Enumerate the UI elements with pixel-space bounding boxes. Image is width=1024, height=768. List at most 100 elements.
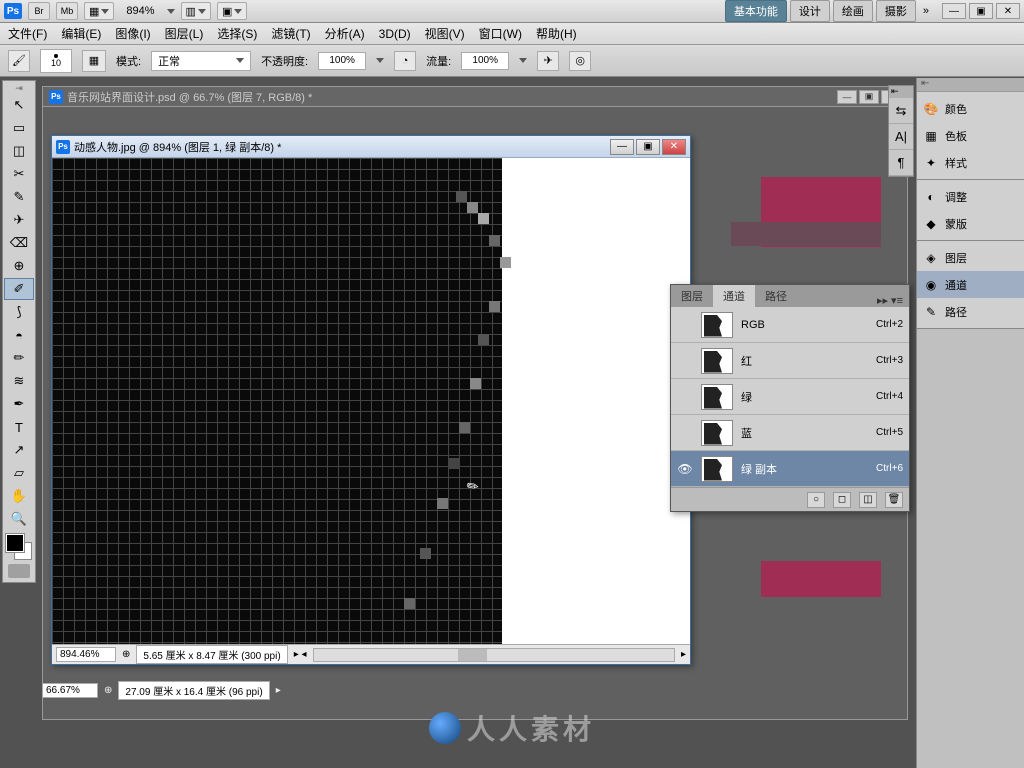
- screen-mode-dropdown[interactable]: ▣: [217, 2, 247, 20]
- view-extras-dropdown[interactable]: ▦: [84, 2, 114, 20]
- panel-shortcut-颜色[interactable]: 🎨颜色: [917, 95, 1024, 122]
- opacity-pressure-toggle[interactable]: ◔: [394, 51, 416, 71]
- menu-filter[interactable]: 滤镜(T): [271, 25, 310, 42]
- tool-6[interactable]: ⌫: [4, 232, 34, 254]
- tool-8[interactable]: ✐: [4, 278, 34, 300]
- minimize-button[interactable]: —: [942, 3, 966, 19]
- dock-expand[interactable]: ⇤: [917, 78, 1024, 92]
- save-selection-button[interactable]: ◻: [833, 492, 851, 508]
- tool-15[interactable]: ↗: [4, 439, 34, 461]
- menu-help[interactable]: 帮助(H): [536, 25, 577, 42]
- visibility-toggle[interactable]: 👁: [677, 462, 693, 476]
- delete-channel-button[interactable]: 🗑: [885, 492, 903, 508]
- workspace-tab-design[interactable]: 设计: [790, 0, 830, 22]
- inner-zoom-input[interactable]: 894.46%: [56, 647, 116, 662]
- inner-doc-minimize[interactable]: —: [610, 139, 634, 155]
- quickmask-toggle[interactable]: [8, 564, 30, 578]
- outer-zoom-input[interactable]: 66.67%: [42, 683, 98, 698]
- tool-18[interactable]: 🔍: [4, 508, 34, 530]
- load-selection-button[interactable]: ○: [807, 492, 825, 508]
- menu-layer[interactable]: 图层(L): [165, 25, 204, 42]
- blend-mode-select[interactable]: 正常: [151, 51, 251, 71]
- close-button[interactable]: ✕: [996, 3, 1020, 19]
- panel-shortcut-蒙版[interactable]: ◆蒙版: [917, 210, 1024, 237]
- tool-3[interactable]: ✂: [4, 163, 34, 185]
- panel-tab-paths[interactable]: 路径: [755, 285, 797, 307]
- history-icon[interactable]: ⇆: [889, 98, 913, 124]
- outer-doc-minimize[interactable]: —: [837, 90, 857, 104]
- airbrush-toggle[interactable]: ✈: [537, 51, 559, 71]
- panel-shortcut-通道[interactable]: ◉通道: [917, 271, 1024, 298]
- tool-16[interactable]: ▱: [4, 462, 34, 484]
- panel-tab-channels[interactable]: 通道: [713, 285, 755, 307]
- outer-doc-maximize[interactable]: ▣: [859, 90, 879, 104]
- panel-tab-layers[interactable]: 图层: [671, 285, 713, 307]
- channel-row[interactable]: 👁 绿 副本 Ctrl+6: [671, 451, 909, 487]
- tool-9[interactable]: ⟆: [4, 301, 34, 323]
- workspace-tab-essentials[interactable]: 基本功能: [725, 0, 787, 22]
- tool-2[interactable]: ◫: [4, 140, 34, 162]
- inner-doc-close[interactable]: ✕: [662, 139, 686, 155]
- menu-select[interactable]: 选择(S): [217, 25, 257, 42]
- panel-shortcut-路径[interactable]: ✎路径: [917, 298, 1024, 325]
- menu-view[interactable]: 视图(V): [425, 25, 465, 42]
- tool-11[interactable]: ✏: [4, 347, 34, 369]
- tool-12[interactable]: ≋: [4, 370, 34, 392]
- tool-13[interactable]: ✒: [4, 393, 34, 415]
- opacity-dropdown-icon[interactable]: [376, 58, 384, 63]
- panel-shortcut-样式[interactable]: ✦样式: [917, 149, 1024, 176]
- menu-analysis[interactable]: 分析(A): [325, 25, 365, 42]
- panel-menu-button[interactable]: ▸▸ ▾≡: [871, 294, 909, 307]
- tool-preset-picker[interactable]: 🖌: [8, 50, 30, 72]
- inner-canvas[interactable]: ✎: [52, 158, 690, 644]
- panel-label: 颜色: [945, 101, 967, 117]
- opacity-input[interactable]: 100%: [318, 52, 366, 70]
- paragraph-icon[interactable]: ¶: [889, 150, 913, 176]
- tool-5[interactable]: ✈: [4, 209, 34, 231]
- maximize-button[interactable]: ▣: [969, 3, 993, 19]
- color-swatches[interactable]: [6, 534, 32, 560]
- tool-1[interactable]: ▭: [4, 117, 34, 139]
- panel-icon: ◉: [923, 277, 939, 293]
- inner-doc-maximize[interactable]: ▣: [636, 139, 660, 155]
- flow-dropdown-icon[interactable]: [519, 58, 527, 63]
- tool-4[interactable]: ✎: [4, 186, 34, 208]
- workspace-tab-photography[interactable]: 摄影: [876, 0, 916, 22]
- inner-hscroll[interactable]: [313, 648, 675, 662]
- bridge-button[interactable]: Br: [28, 2, 50, 20]
- zoom-level[interactable]: 894%: [120, 5, 160, 17]
- panel-shortcut-调整[interactable]: ◐调整: [917, 183, 1024, 210]
- channel-row[interactable]: RGB Ctrl+2: [671, 307, 909, 343]
- minibridge-button[interactable]: Mb: [56, 2, 78, 20]
- character-icon[interactable]: A|: [889, 124, 913, 150]
- outer-document-titlebar[interactable]: Ps 音乐网站界面设计.psd @ 66.7% (图层 7, RGB/8) * …: [42, 86, 908, 106]
- channel-row[interactable]: 红 Ctrl+3: [671, 343, 909, 379]
- workspace-tab-painting[interactable]: 绘画: [833, 0, 873, 22]
- panel-shortcut-色板[interactable]: ▦色板: [917, 122, 1024, 149]
- tablet-pressure-toggle[interactable]: ◎: [569, 51, 591, 71]
- channel-row[interactable]: 绿 Ctrl+4: [671, 379, 909, 415]
- tool-0[interactable]: ↖: [4, 94, 34, 116]
- tool-10[interactable]: ◓: [4, 324, 34, 346]
- brush-panel-toggle[interactable]: ▦: [82, 50, 106, 72]
- workspace-more[interactable]: »: [919, 5, 933, 17]
- brush-preset-picker[interactable]: 10: [40, 49, 72, 73]
- panel-shortcut-图层[interactable]: ◈图层: [917, 244, 1024, 271]
- menu-3d[interactable]: 3D(D): [379, 27, 411, 41]
- tool-14[interactable]: T: [4, 416, 34, 438]
- menu-edit[interactable]: 编辑(E): [61, 25, 101, 42]
- new-channel-button[interactable]: ◫: [859, 492, 877, 508]
- strip-expand[interactable]: ⇤: [889, 86, 913, 98]
- zoom-dropdown-icon[interactable]: [167, 9, 175, 14]
- arrange-dropdown[interactable]: ▥: [181, 2, 211, 20]
- status-arrow-icon[interactable]: ⊕: [122, 649, 130, 660]
- toolbox-collapse[interactable]: ⇥: [3, 83, 35, 93]
- menu-file[interactable]: 文件(F): [8, 25, 47, 42]
- tool-17[interactable]: ✋: [4, 485, 34, 507]
- menu-image[interactable]: 图像(I): [115, 25, 150, 42]
- tool-7[interactable]: ⊕: [4, 255, 34, 277]
- channel-row[interactable]: 蓝 Ctrl+5: [671, 415, 909, 451]
- inner-document-titlebar[interactable]: Ps 动感人物.jpg @ 894% (图层 1, 绿 副本/8) * — ▣ …: [52, 136, 690, 158]
- menu-window[interactable]: 窗口(W): [479, 25, 522, 42]
- flow-input[interactable]: 100%: [461, 52, 509, 70]
